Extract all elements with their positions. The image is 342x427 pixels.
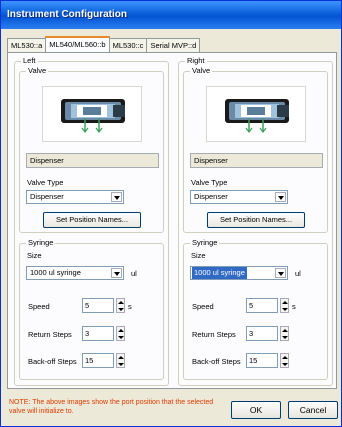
left-legend: Left	[21, 56, 38, 66]
left-return-steps-value[interactable]: 3	[82, 326, 114, 341]
left-speed-label: Speed	[28, 302, 50, 311]
tab-ml530-a[interactable]: ML530::a	[7, 38, 47, 52]
left-speed-unit: s	[128, 302, 132, 311]
left-valve-type-select[interactable]: Dispenser	[26, 190, 124, 204]
right-return-steps-label: Return Steps	[192, 330, 236, 339]
spin-arrows-icon[interactable]	[116, 298, 125, 313]
right-speed-label: Speed	[192, 302, 214, 311]
chevron-down-icon[interactable]	[111, 268, 122, 278]
spin-arrows-icon[interactable]	[280, 326, 289, 341]
right-valve-type-value: Dispenser	[194, 192, 228, 201]
right-syringe-group: Syringe Size 1000 ul syringe ul Speed 5 …	[183, 238, 328, 380]
left-size-unit: ul	[131, 269, 137, 278]
right-valve-name-field: Dispenser	[190, 153, 323, 168]
right-size-value: 1000 ul syringe	[192, 267, 247, 279]
cancel-button[interactable]: Cancel	[288, 401, 338, 419]
right-speed-unit: s	[292, 302, 296, 311]
right-syringe-legend: Syringe	[190, 238, 220, 248]
left-backoff-steps-value[interactable]: 15	[82, 353, 114, 368]
right-backoff-steps-label: Back-off Steps	[192, 357, 241, 366]
footer-note: NOTE: The above images show the port pos…	[9, 399, 214, 415]
right-backoff-steps-value[interactable]: 15	[246, 353, 278, 368]
chevron-down-icon[interactable]	[111, 192, 122, 202]
right-valve-image	[206, 86, 306, 142]
right-speed-value[interactable]: 5	[246, 298, 278, 313]
left-size-label: Size	[27, 251, 42, 260]
spin-arrows-icon[interactable]	[116, 353, 125, 368]
tab-ml530-c[interactable]: ML530::c	[108, 38, 148, 52]
left-valve-name-field: Dispenser	[26, 153, 159, 168]
right-valve-legend: Valve	[190, 66, 213, 76]
left-valve-legend: Valve	[26, 66, 49, 76]
right-legend: Right	[185, 56, 207, 66]
right-valve-type-select[interactable]: Dispenser	[190, 190, 288, 204]
right-valve-group: Valve Dispenser Valve Type Dispenser Set…	[183, 66, 328, 233]
left-size-value: 1000 ul syringe	[30, 268, 81, 277]
left-valve-type-value: Dispenser	[30, 192, 64, 201]
spin-arrows-icon[interactable]	[116, 326, 125, 341]
right-size-unit: ul	[295, 269, 301, 278]
chevron-down-icon[interactable]	[275, 192, 286, 202]
left-backoff-steps-label: Back-off Steps	[28, 357, 77, 366]
left-size-select[interactable]: 1000 ul syringe	[26, 266, 124, 280]
left-group: Left Valve Dispenser Valve Type Dispense…	[14, 56, 169, 386]
chevron-down-icon[interactable]	[275, 268, 286, 278]
tab-serial-mvp-d[interactable]: Serial MVP::d	[146, 38, 201, 52]
spin-arrows-icon[interactable]	[280, 353, 289, 368]
tab-strip: ML530::a ML540/ML560::b ML530::c Serial …	[7, 36, 201, 52]
tab-ml540-ml560-b[interactable]: ML540/ML560::b	[45, 36, 110, 52]
instrument-config-window: Instrument Configuration ML530::a ML540/…	[0, 0, 342, 427]
left-speed-value[interactable]: 5	[82, 298, 114, 313]
window-title: Instrument Configuration	[1, 1, 341, 29]
right-return-steps-value[interactable]: 3	[246, 326, 278, 341]
right-size-select[interactable]: 1000 ul syringe	[190, 266, 288, 280]
right-valve-type-label: Valve Type	[191, 178, 228, 187]
left-valve-type-label: Valve Type	[27, 178, 64, 187]
left-set-position-names-button[interactable]: Set Position Names...	[43, 212, 141, 228]
left-return-steps-label: Return Steps	[28, 330, 72, 339]
ok-button[interactable]: OK	[231, 401, 281, 419]
right-size-label: Size	[191, 251, 206, 260]
spin-arrows-icon[interactable]	[280, 298, 289, 313]
left-syringe-legend: Syringe	[26, 238, 56, 248]
tab-panel: Left Valve Dispenser Valve Type Dispense…	[7, 52, 337, 389]
left-valve-group: Valve Dispenser Valve Type Dispenser Set…	[19, 66, 164, 233]
left-syringe-group: Syringe Size 1000 ul syringe ul Speed 5 …	[19, 238, 164, 380]
right-group: Right Valve Dispenser Valve Type Dispens…	[178, 56, 333, 386]
right-set-position-names-button[interactable]: Set Position Names...	[207, 212, 305, 228]
left-valve-image	[42, 86, 142, 142]
